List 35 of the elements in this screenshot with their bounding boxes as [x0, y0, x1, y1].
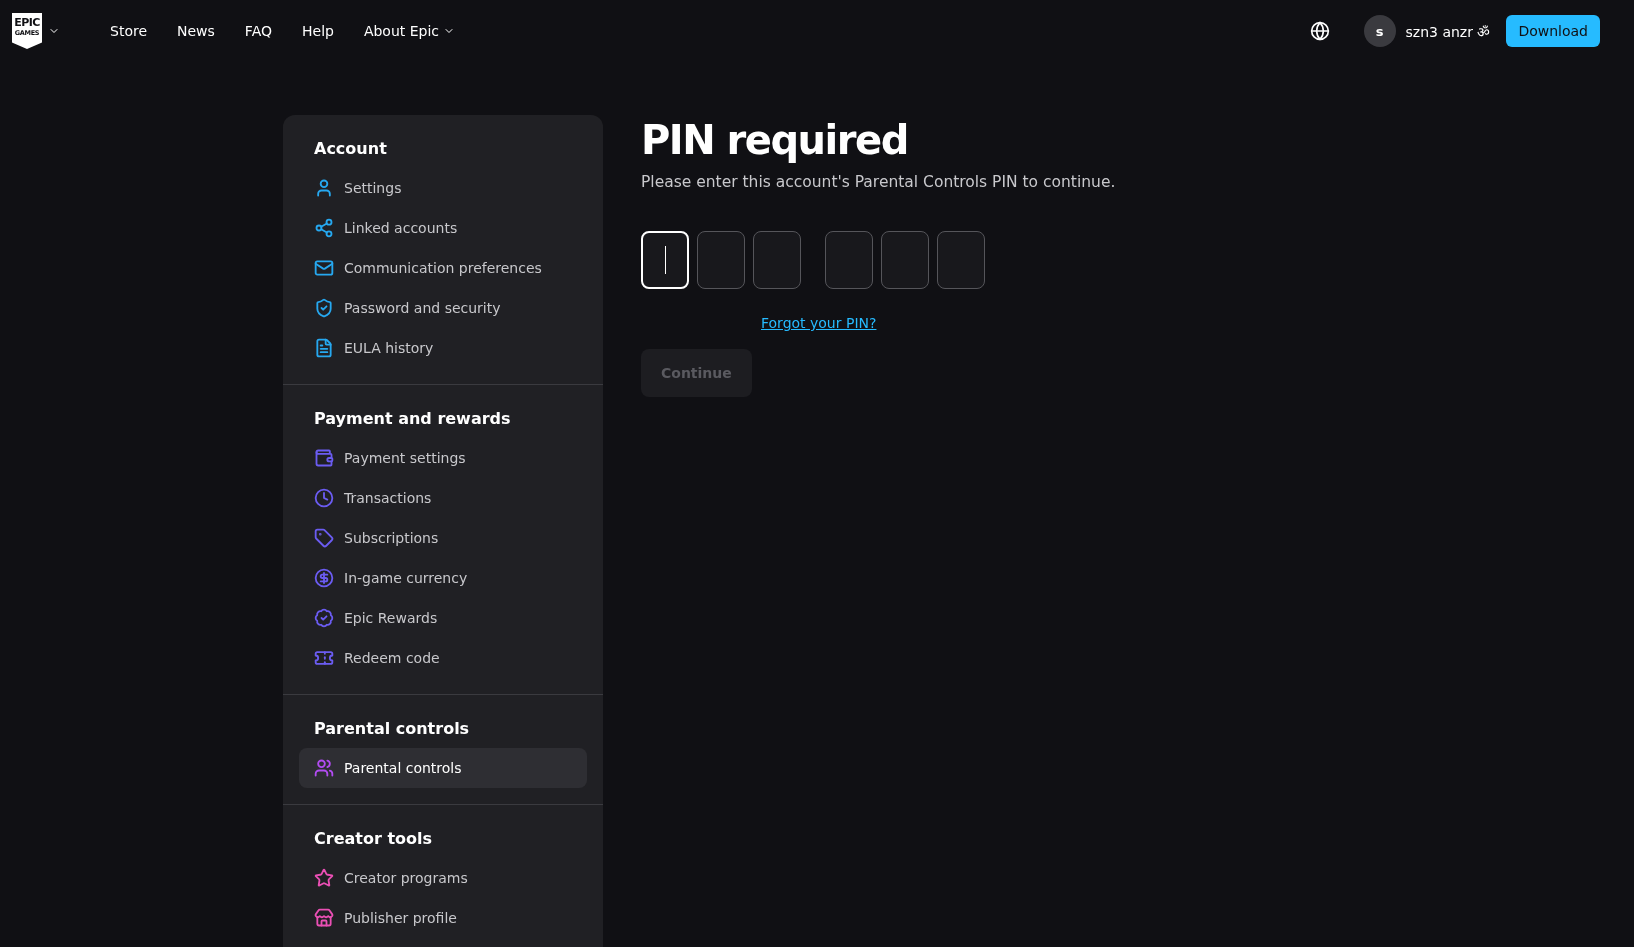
pin-digit-field[interactable]	[825, 231, 873, 289]
page-subtitle: Please enter this account's Parental Controls PIN to continue.	[641, 173, 1116, 191]
nav-link[interactable]: News	[177, 23, 215, 39]
sidebar-item[interactable]: Transactions	[299, 478, 587, 518]
sidebar-item[interactable]: Settings	[299, 168, 587, 208]
sidebar-item[interactable]: Epic Rewards	[299, 598, 587, 638]
section-heading: Creator tools	[313, 829, 434, 850]
section-heading: Parental controls	[313, 719, 471, 740]
nav-link[interactable]: Store	[110, 23, 147, 39]
sidebar-item[interactable]: Subscriptions	[299, 518, 587, 558]
sidebar-item[interactable]: Linked accounts	[299, 208, 587, 248]
sidebar-item[interactable]: Creator programs	[299, 858, 587, 898]
section-heading: Payment and rewards	[313, 409, 512, 430]
page-title: PIN required	[641, 117, 909, 163]
sidebar-item[interactable]: Payment settings	[299, 438, 587, 478]
globe-icon[interactable]	[1309, 21, 1330, 41]
forgot-pin-link[interactable]: Forgot your PIN?	[761, 315, 877, 331]
sidebar-item[interactable]: Publisher profile	[299, 898, 587, 938]
sidebar-item[interactable]: In-game currency	[299, 558, 587, 598]
pin-digit-field[interactable]	[753, 231, 801, 289]
sidebar-item[interactable]: Communication preferences	[299, 248, 587, 288]
sidebar-item[interactable]: Password and security	[299, 288, 587, 328]
pin-digit-field[interactable]	[697, 231, 745, 289]
sidebar-item[interactable]: EULA history	[299, 328, 587, 368]
pin-digit-field[interactable]	[881, 231, 929, 289]
user-name[interactable]: szn3 anzr ॐ	[1405, 21, 1491, 41]
pin-digit-field[interactable]	[937, 231, 985, 289]
section-heading: Account	[313, 139, 388, 160]
nav-link[interactable]: About Epic	[363, 23, 456, 39]
sidebar-item[interactable]: Redeem code	[299, 638, 587, 678]
nav-link[interactable]: Help	[302, 23, 334, 39]
user-avatar[interactable]: s	[1363, 15, 1396, 47]
download-button[interactable]: Download	[1506, 15, 1600, 47]
sidebar-item[interactable]: Parental controls	[299, 748, 587, 788]
nav-link[interactable]: FAQ	[244, 23, 272, 39]
